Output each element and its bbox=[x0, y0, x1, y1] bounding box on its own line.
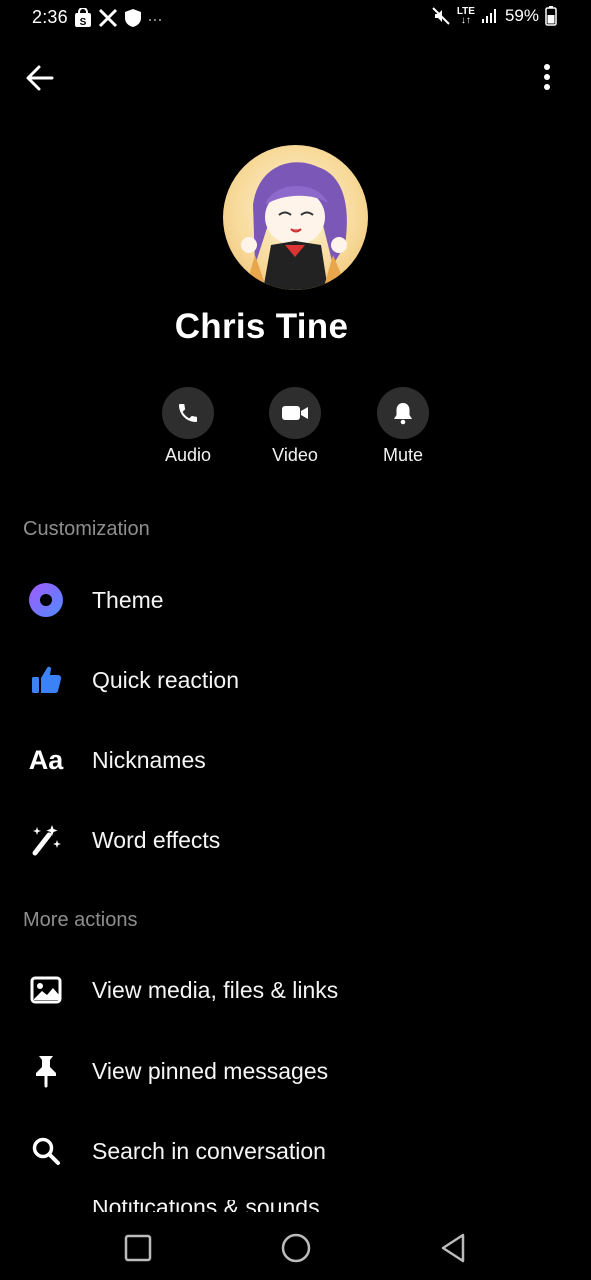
arrow-left-icon bbox=[26, 65, 54, 91]
thumbs-up-icon bbox=[26, 660, 66, 700]
notifications-label: Notifications & sounds bbox=[92, 1200, 372, 1212]
shield-icon bbox=[125, 9, 141, 27]
shopping-bag-icon: S bbox=[75, 8, 91, 28]
network-type: LTE ↓↑ bbox=[456, 6, 475, 26]
mute-button-circle bbox=[377, 387, 429, 439]
status-time: 2:36 bbox=[32, 7, 68, 27]
x-logo-icon bbox=[98, 8, 118, 28]
image-icon bbox=[26, 970, 66, 1010]
avatar-illustration bbox=[241, 162, 348, 290]
video-camera-icon bbox=[282, 406, 308, 420]
svg-text:S: S bbox=[80, 17, 87, 28]
customization-section-title: Customization bbox=[23, 518, 150, 540]
audio-button-circle bbox=[162, 387, 214, 439]
contact-name: Chris Tine bbox=[174, 307, 349, 346]
more-notifications-icon bbox=[149, 19, 161, 21]
video-button-circle bbox=[269, 387, 321, 439]
system-status: LTE ↓↑ 59% bbox=[431, 6, 557, 26]
quick-reaction-menu-item[interactable]: Quick reaction bbox=[0, 650, 591, 710]
notifications-menu-item-partial[interactable]: Notifications & sounds bbox=[92, 1200, 372, 1212]
signal-icon bbox=[481, 9, 496, 23]
view-pinned-label: View pinned messages bbox=[92, 1057, 329, 1084]
quick-reaction-label: Quick reaction bbox=[92, 666, 240, 693]
word-effects-label: Word effects bbox=[92, 826, 221, 853]
vertical-dots-icon bbox=[544, 64, 550, 90]
profile-avatar[interactable] bbox=[223, 145, 368, 290]
notification-icons: S bbox=[74, 8, 162, 28]
nicknames-label: Nicknames bbox=[92, 746, 206, 773]
video-call-button[interactable]: Video bbox=[250, 387, 340, 466]
view-pinned-menu-item[interactable]: View pinned messages bbox=[0, 1041, 591, 1101]
theme-icon bbox=[26, 580, 66, 620]
system-nav-bar bbox=[0, 1212, 591, 1280]
battery-percent: 59% bbox=[504, 6, 539, 25]
search-icon bbox=[26, 1131, 66, 1171]
status-bar: 2:36 S LTE ↓↑ 59% bbox=[0, 0, 591, 36]
phone-icon bbox=[179, 404, 197, 422]
more-options-button[interactable] bbox=[537, 60, 557, 96]
circle-icon bbox=[281, 1233, 311, 1263]
search-conversation-menu-item[interactable]: Search in conversation bbox=[0, 1121, 591, 1181]
top-app-bar bbox=[0, 50, 591, 106]
recents-button[interactable] bbox=[118, 1230, 158, 1266]
audio-label: Audio bbox=[164, 445, 212, 465]
theme-menu-item[interactable]: Theme bbox=[0, 570, 591, 630]
home-button[interactable] bbox=[276, 1230, 316, 1266]
triangle-back-icon bbox=[441, 1233, 465, 1263]
mute-button[interactable]: Mute bbox=[358, 387, 448, 466]
mute-icon bbox=[432, 7, 450, 25]
battery-icon bbox=[545, 6, 557, 26]
theme-label: Theme bbox=[92, 586, 164, 613]
square-icon bbox=[124, 1234, 152, 1262]
pin-icon bbox=[26, 1051, 66, 1091]
text-aa-icon: Aa bbox=[28, 744, 64, 775]
video-label: Video bbox=[272, 445, 318, 465]
search-conversation-label: Search in conversation bbox=[92, 1137, 326, 1164]
magic-wand-icon bbox=[26, 820, 66, 860]
word-effects-menu-item[interactable]: Word effects bbox=[0, 810, 591, 870]
view-media-label: View media, files & links bbox=[92, 976, 339, 1003]
more-actions-section-title: More actions bbox=[23, 909, 138, 931]
back-nav-button[interactable] bbox=[433, 1230, 473, 1266]
nicknames-menu-item[interactable]: Aa Nicknames bbox=[0, 730, 591, 790]
audio-call-button[interactable]: Audio bbox=[143, 387, 233, 466]
bell-icon bbox=[394, 403, 412, 425]
mute-label: Mute bbox=[382, 445, 424, 465]
back-button[interactable] bbox=[22, 60, 62, 96]
view-media-menu-item[interactable]: View media, files & links bbox=[0, 960, 591, 1020]
